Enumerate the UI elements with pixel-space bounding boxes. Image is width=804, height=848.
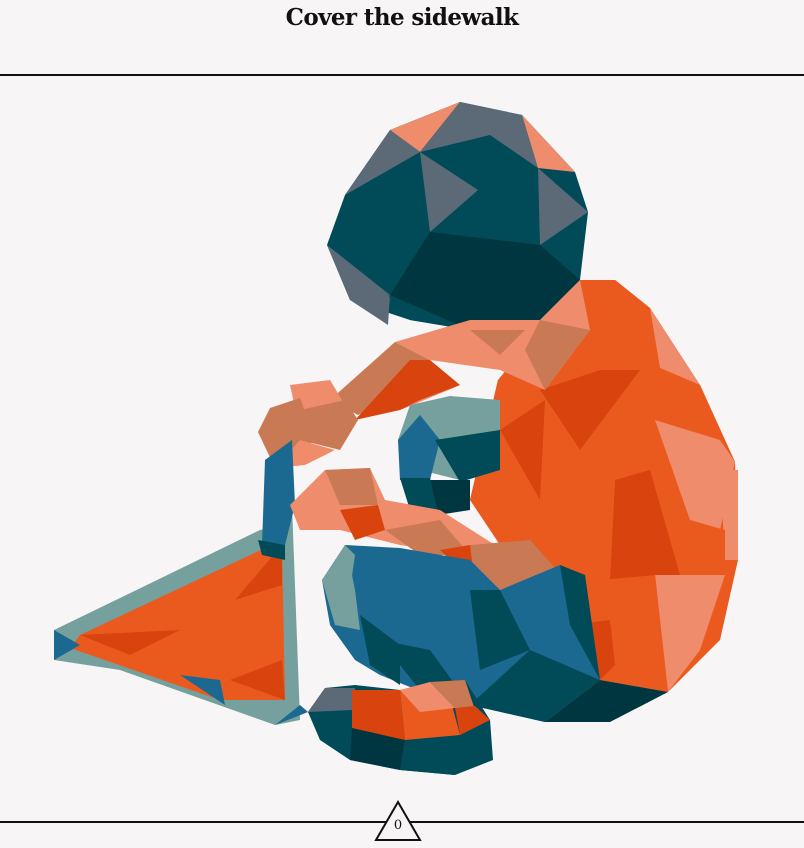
page-title: Cover the sidewalk (285, 4, 519, 31)
page: Cover the sidewalk 0 (0, 0, 804, 848)
page-number: 0 (393, 818, 403, 833)
illustration-figure-icon (0, 76, 804, 820)
figure-shoe (308, 680, 493, 775)
page-indicator[interactable]: 0 (374, 800, 422, 842)
figure-head (327, 102, 588, 330)
